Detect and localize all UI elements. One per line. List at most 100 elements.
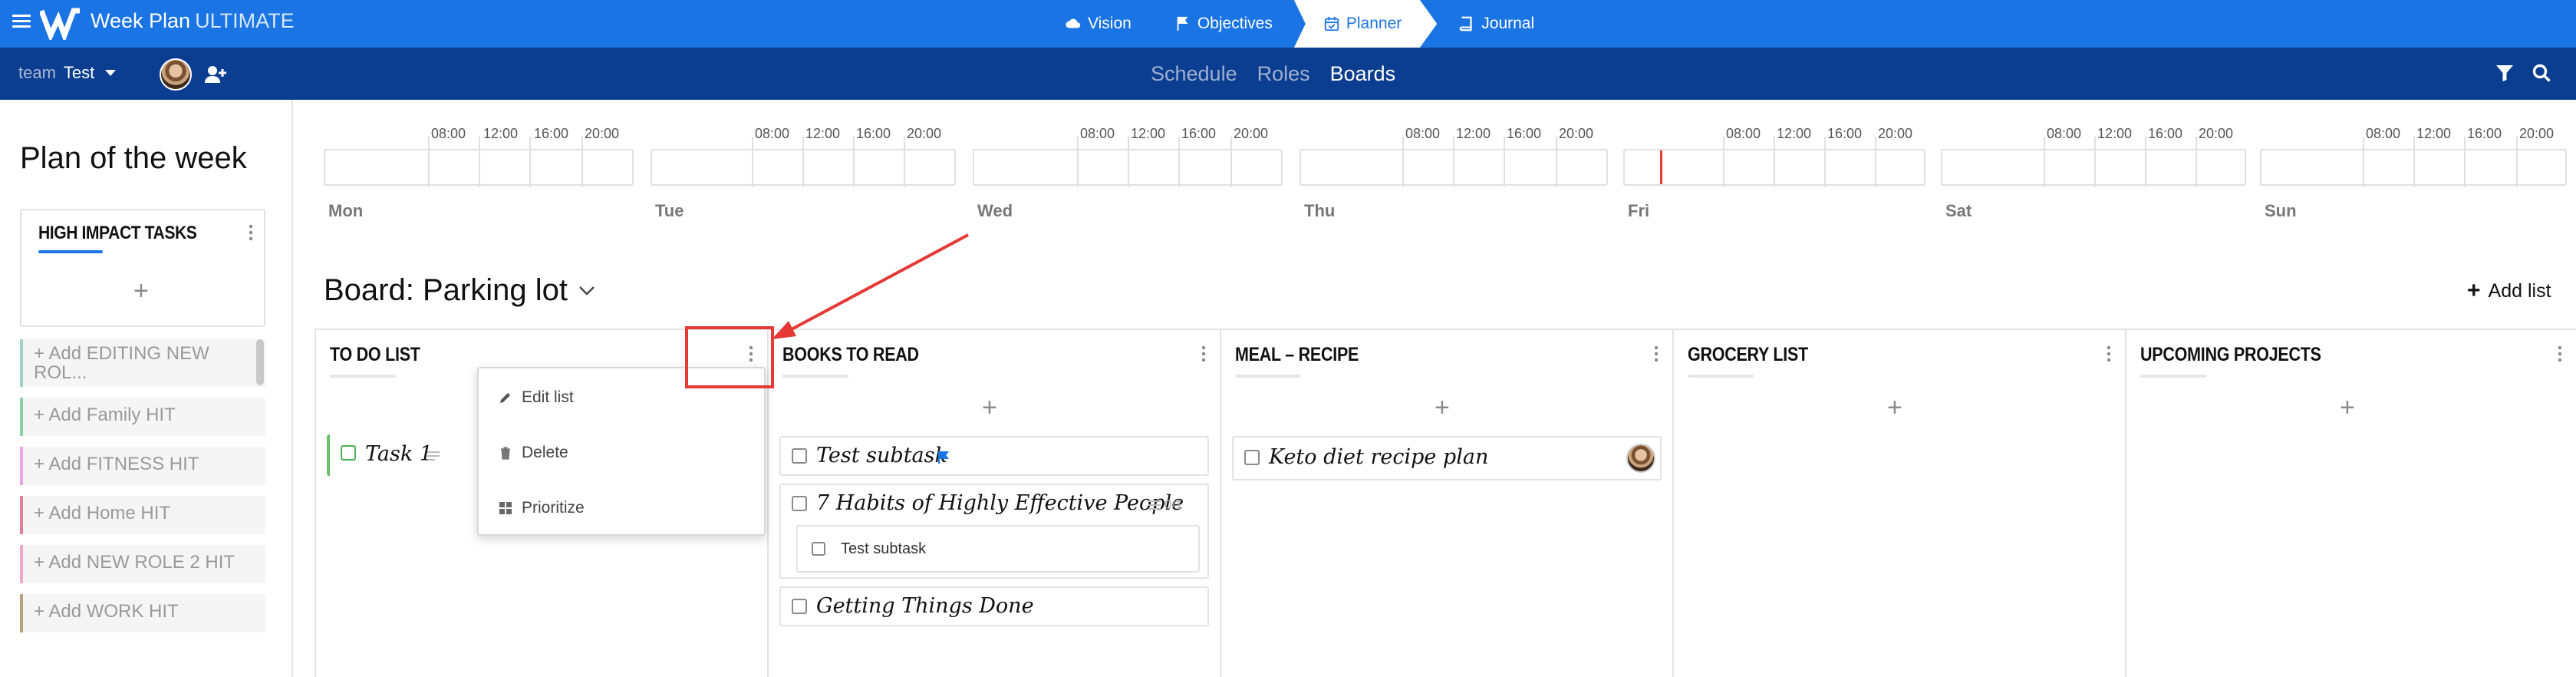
day-timeline[interactable] [1941, 137, 2246, 187]
assignee-avatar[interactable] [1626, 444, 1655, 473]
time-label: 08:00 [1405, 126, 1441, 141]
time-label: 08:00 [2366, 126, 2401, 141]
role-item-work[interactable]: + Add WORK HIT [20, 594, 265, 632]
week-plan-logo[interactable] [40, 6, 81, 40]
day-wednesday[interactable]: 08:00 12:00 16:00 20:00 Wed [973, 123, 1283, 223]
subtask-checkbox[interactable] [812, 542, 825, 556]
user-avatar[interactable] [160, 58, 192, 91]
day-timeline[interactable] [1300, 137, 1608, 187]
day-timeline[interactable] [1623, 137, 1925, 187]
task-title: Test subtask [816, 444, 947, 467]
menu-item-prioritize[interactable]: Prioritize [499, 499, 585, 517]
time-label: 08:00 [1080, 126, 1115, 141]
add-hit-plus-icon[interactable]: + [133, 278, 149, 304]
day-thursday[interactable]: 08:00 12:00 16:00 20:00 Thu [1300, 123, 1608, 223]
book-icon [1459, 16, 1472, 31]
subtask-item[interactable]: Test subtask [796, 525, 1200, 573]
time-label: 20:00 [585, 126, 620, 141]
task-card-7-habits[interactable]: 7 Habits of Highly Effective People 0/1 … [779, 484, 1209, 579]
team-selector[interactable]: team Test [18, 63, 117, 83]
sidebar-scrollbar[interactable] [256, 339, 264, 385]
top-bar: Week Plan ULTIMATE Vision Objectives Plan… [0, 0, 2576, 48]
task-checkbox[interactable] [341, 445, 356, 461]
task-checkbox[interactable] [792, 448, 807, 464]
time-label: 08:00 [1726, 126, 1761, 141]
time-label: 12:00 [2416, 126, 2452, 141]
list-menu-icon[interactable] [1201, 345, 1206, 362]
task-title: Getting Things Done [816, 594, 1034, 618]
day-name: Sat [1945, 201, 1972, 220]
task-checkbox[interactable] [1244, 450, 1260, 465]
list-title: BOOKS TO READ [782, 344, 919, 365]
task-card-test-subtask[interactable]: Test subtask [779, 436, 1209, 476]
cloud-icon [1066, 18, 1081, 28]
task-card-keto-diet[interactable]: Keto diet recipe plan [1232, 436, 1662, 481]
plus-icon: + [2467, 278, 2481, 303]
hamburger-menu-icon[interactable] [12, 12, 31, 31]
role-item-fitness[interactable]: + Add FITNESS HIT [20, 447, 265, 485]
more-vertical-icon[interactable] [249, 224, 253, 241]
day-timeline[interactable] [324, 137, 634, 187]
time-label: 20:00 [1234, 126, 1269, 141]
nav-vision[interactable]: Vision [1043, 0, 1153, 48]
day-saturday[interactable]: 08:00 12:00 16:00 20:00 Sat [1941, 123, 2246, 223]
tab-boards[interactable]: Boards [1330, 62, 1396, 86]
menu-item-label: Prioritize [522, 499, 585, 517]
board-selector[interactable]: Board: Parking lot [324, 273, 595, 308]
time-label: 16:00 [2467, 126, 2502, 141]
nav-objectives[interactable]: Objectives [1153, 0, 1294, 48]
day-friday[interactable]: 08:00 12:00 16:00 20:00 Fri [1623, 123, 1925, 223]
day-timeline[interactable] [651, 137, 956, 187]
menu-item-delete[interactable]: Delete [499, 444, 568, 462]
role-item-editing-new-role[interactable]: + Add EDITING NEW ROL... [20, 339, 265, 387]
calendar-icon [1324, 16, 1339, 31]
team-name: Test [63, 63, 95, 82]
time-label: 12:00 [483, 126, 519, 141]
add-task-plus-icon[interactable]: + [982, 395, 997, 421]
nav-planner[interactable]: Planner [1293, 0, 1438, 48]
list-title-underline [2140, 375, 2206, 378]
add-task-plus-icon[interactable]: + [1887, 395, 1902, 421]
list-title: GROCERY LIST [1688, 344, 1808, 365]
add-task-plus-icon[interactable]: + [2340, 395, 2355, 421]
nav-journal[interactable]: Journal [1437, 0, 1556, 48]
day-timeline[interactable] [2260, 137, 2567, 187]
task-checkbox[interactable] [792, 496, 807, 511]
day-tuesday[interactable]: 08:00 12:00 16:00 20:00 Tue [651, 123, 956, 223]
task-checkbox[interactable] [792, 599, 807, 614]
add-list-button[interactable]: + Add list [2467, 279, 2551, 302]
list-meal-recipe: MEAL – RECIPE + Keto diet recipe plan [1220, 329, 1674, 677]
task-card-getting-things-done[interactable]: Getting Things Done [779, 586, 1209, 626]
day-sunday[interactable]: 08:00 12:00 16:00 20:00 Sun [2260, 123, 2567, 223]
day-monday[interactable]: 08:00 12:00 16:00 20:00 Mon [324, 123, 634, 223]
day-timeline[interactable] [973, 137, 1283, 187]
time-label: 16:00 [856, 126, 891, 141]
time-label: 12:00 [1777, 126, 1812, 141]
add-user-icon[interactable] [204, 63, 227, 86]
role-item-new-role-2[interactable]: + Add NEW ROLE 2 HIT [20, 545, 265, 583]
day-name: Thu [1304, 201, 1336, 220]
time-label: 12:00 [805, 126, 841, 141]
day-name: Mon [328, 201, 364, 220]
list-menu-icon[interactable] [2107, 345, 2111, 362]
app-title: Week Plan ULTIMATE [91, 9, 295, 33]
day-name: Fri [1628, 201, 1650, 220]
list-books-to-read: BOOKS TO READ + Test subtask 7 Habits of… [767, 329, 1221, 677]
role-item-home[interactable]: + Add Home HIT [20, 496, 265, 534]
search-icon[interactable] [2532, 63, 2551, 83]
list-menu-icon[interactable] [2558, 345, 2562, 362]
menu-item-label: Edit list [522, 388, 574, 406]
filter-icon[interactable] [2495, 63, 2515, 83]
add-list-label: Add list [2488, 279, 2551, 302]
time-label: 08:00 [755, 126, 790, 141]
caret-down-icon [105, 70, 117, 76]
menu-item-edit-list[interactable]: Edit list [499, 388, 574, 407]
tab-schedule[interactable]: Schedule [1151, 62, 1237, 86]
add-task-plus-icon[interactable]: + [1435, 395, 1450, 421]
subtask-title: Test subtask [841, 540, 927, 557]
nav-objectives-label: Objectives [1197, 15, 1273, 32]
tab-roles[interactable]: Roles [1257, 62, 1310, 86]
main-nav: Vision Objectives Planner Journal [1043, 0, 1556, 48]
role-item-family[interactable]: + Add Family HIT [20, 398, 265, 436]
list-menu-icon[interactable] [1654, 345, 1659, 362]
